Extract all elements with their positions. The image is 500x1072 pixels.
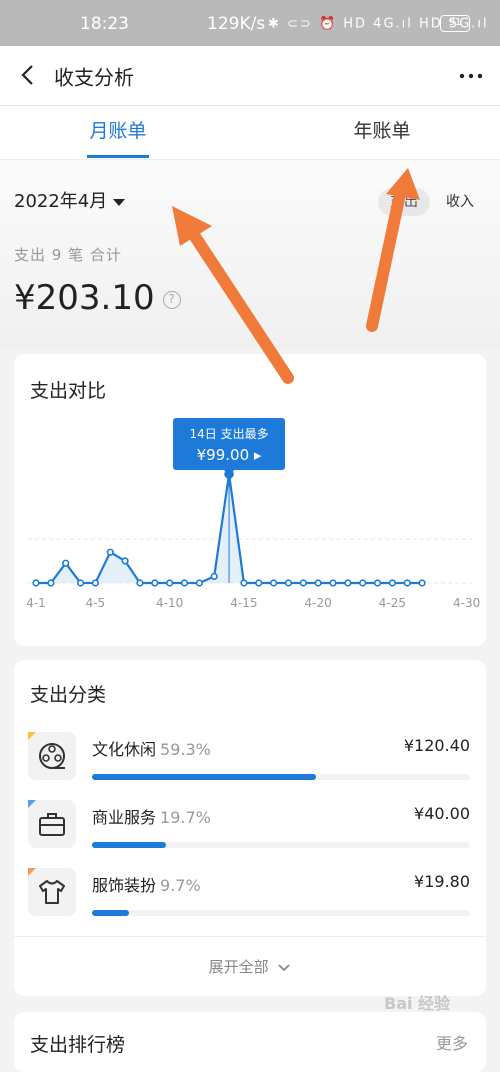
expense-total-value: ¥203.10 (14, 278, 155, 318)
data-point (151, 579, 159, 587)
status-bar: 18:23 129K/s ✱ ⊂⊃ ⏰ HD 4G.ıl HD 5G.ıl 91 (0, 0, 500, 46)
x-tick-label: 4-25 (379, 596, 406, 610)
data-point (329, 579, 337, 587)
tab-yearly-bill[interactable]: 年账单 (322, 106, 442, 160)
expense-category-card: 支出分类 文化休闲 59.3% ¥120.40 商业服务 19.7% ¥40.0… (14, 660, 486, 996)
watermark: Bai 经验 (384, 994, 451, 1013)
month-picker-label: 2022年4月 (14, 191, 108, 212)
briefcase-icon (28, 800, 76, 848)
data-point (106, 548, 114, 556)
data-point (195, 579, 203, 587)
tooltip-title: 14日 支出最多 (190, 427, 269, 441)
bill-tabs: 月账单 年账单 (0, 106, 500, 160)
data-point (299, 579, 307, 587)
help-icon[interactable]: ? (162, 290, 181, 309)
data-point (136, 579, 144, 587)
data-point (284, 579, 293, 587)
category-name: 服饰装扮 9.7% (92, 876, 201, 895)
category-bar-track (92, 842, 470, 848)
data-point (403, 579, 411, 587)
shirt-icon (28, 868, 76, 916)
expense-line-chart[interactable]: 14日 支出最多 ¥99.00 ▸ 4-1 4-5 4-10 4-15 4-20 4-25 4-… (14, 354, 486, 646)
data-point (418, 579, 426, 587)
nav-bar: 收支分析 (0, 46, 500, 106)
category-name: 商业服务 19.7% (92, 808, 211, 827)
caret-down-icon (113, 198, 126, 206)
expense-income-toggle: 支出 收入 (378, 188, 488, 216)
toggle-expense[interactable]: 支出 (378, 188, 430, 216)
summary-section: 2022年4月 支出 收入 支出 9 笔 合计 ¥203.10? (0, 160, 500, 350)
month-picker[interactable]: 2022年4月 (14, 187, 126, 213)
data-point (47, 579, 55, 587)
category-row[interactable]: 商业服务 19.7% ¥40.00 (14, 800, 486, 866)
ranking-more-link[interactable]: 更多 (436, 1030, 468, 1054)
x-tick-label: 4-20 (305, 596, 332, 610)
data-point (388, 579, 397, 587)
data-point (210, 572, 218, 580)
expense-count: 支出 9 笔 合计 (14, 246, 122, 264)
data-point (270, 579, 278, 587)
data-point (76, 579, 85, 587)
data-point (373, 579, 382, 587)
data-point (121, 557, 129, 565)
data-point (314, 579, 322, 587)
category-name: 文化休闲 59.3% (92, 740, 211, 759)
category-percent: 59.3% (160, 740, 211, 759)
expand-all-label: 展开全部 (208, 958, 269, 976)
category-percent: 19.7% (160, 808, 211, 827)
category-title: 支出分类 (30, 684, 107, 706)
category-row[interactable]: 服饰装扮 9.7% ¥19.80 (14, 868, 486, 934)
category-row[interactable]: 文化休闲 59.3% ¥120.40 (14, 732, 486, 798)
expense-ranking-card: 支出排行榜 更多 (14, 1012, 486, 1072)
back-icon[interactable] (14, 60, 44, 90)
data-point (240, 579, 248, 587)
category-bar (92, 910, 129, 916)
category-bar (92, 842, 167, 848)
ranking-title: 支出排行榜 (30, 1034, 126, 1056)
data-point (344, 579, 352, 587)
status-time: 18:23 (80, 14, 129, 34)
x-tick-label: 4-30 (453, 596, 480, 610)
x-tick-label: 4-5 (86, 596, 106, 610)
data-point (32, 579, 40, 587)
page-title: 收支分析 (54, 65, 134, 90)
data-point (62, 559, 70, 567)
x-tick-label: 4-1 (26, 596, 46, 610)
more-icon[interactable] (456, 60, 486, 90)
chevron-down-icon (278, 963, 291, 971)
data-point (180, 579, 189, 587)
expense-comparison-card: 支出对比 14日 支出最多 ¥99.00 ▸ 4-1 4-5 4-10 4-15 4-20 4… (14, 354, 486, 646)
tab-monthly-bill[interactable]: 月账单 (58, 106, 178, 160)
category-amount: ¥120.40 (403, 736, 470, 755)
category-amount: ¥40.00 (414, 804, 470, 823)
category-percent: 9.7% (160, 876, 201, 895)
film-reel-icon (28, 732, 76, 780)
category-bar-track (92, 910, 470, 916)
toggle-income[interactable]: 收入 (434, 188, 486, 216)
data-point (91, 579, 99, 587)
category-amount: ¥19.80 (414, 872, 470, 891)
data-point (255, 579, 263, 587)
data-point (359, 579, 367, 587)
x-tick-label: 4-15 (230, 596, 257, 610)
x-tick-label: 4-10 (156, 596, 183, 610)
data-point (166, 579, 174, 587)
tooltip-value: ¥99.00 ▸ (197, 446, 262, 464)
expand-all-button[interactable]: 展开全部 (14, 936, 486, 996)
expense-total: ¥203.10? (14, 278, 181, 318)
category-bar-track (92, 774, 470, 780)
battery-icon: 91 (440, 15, 470, 32)
status-net-speed: 129K/s (207, 14, 266, 34)
category-bar (92, 774, 317, 780)
